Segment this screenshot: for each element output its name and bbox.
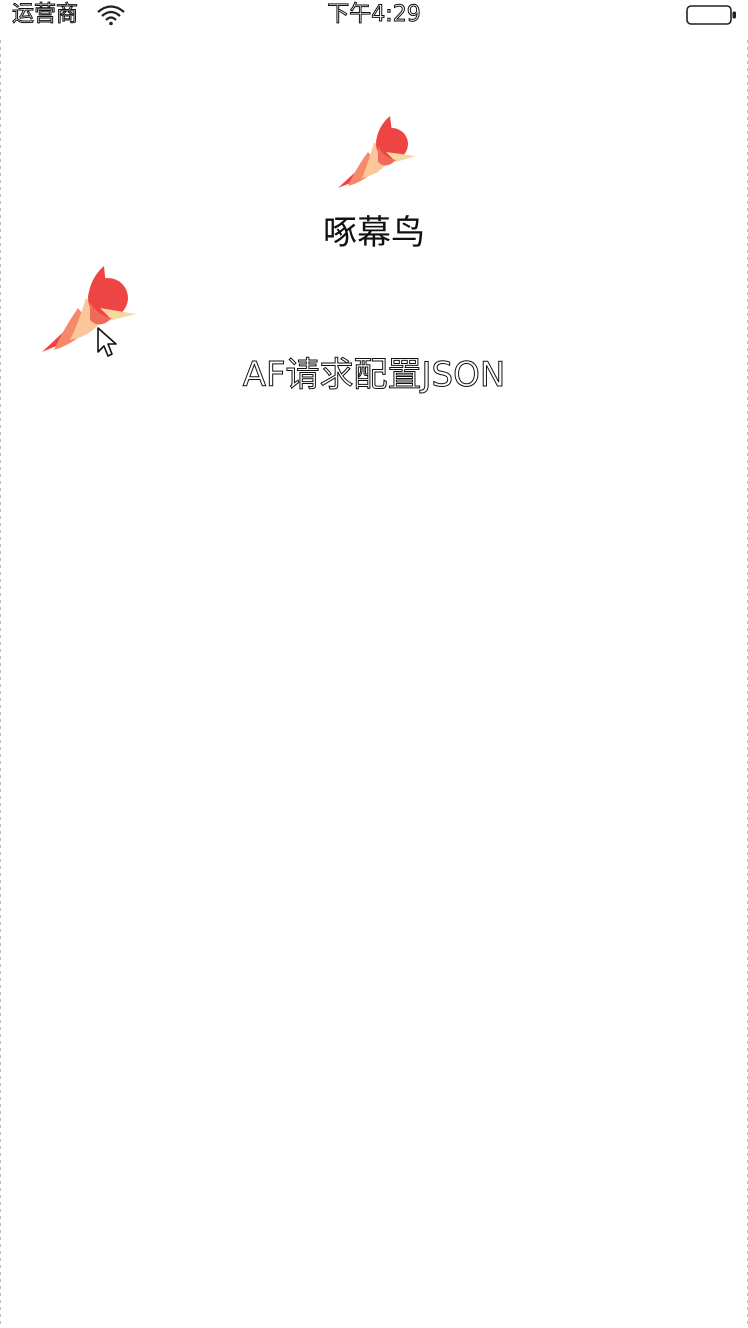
status-time: 下午4:29 <box>327 2 421 28</box>
app-screen: 运营商 下午4:29 啄幕鸟 AF请求配置JSON <box>0 0 748 1328</box>
app-title: 啄幕鸟 <box>323 213 425 253</box>
woodpecker-logo-icon <box>338 116 416 188</box>
status-bar: 运营商 下午4:29 <box>0 0 748 32</box>
battery-icon <box>686 5 736 25</box>
woodpecker-bird-icon[interactable] <box>38 262 138 358</box>
menu-item-af-request-config-json[interactable]: AF请求配置JSON <box>0 354 748 398</box>
